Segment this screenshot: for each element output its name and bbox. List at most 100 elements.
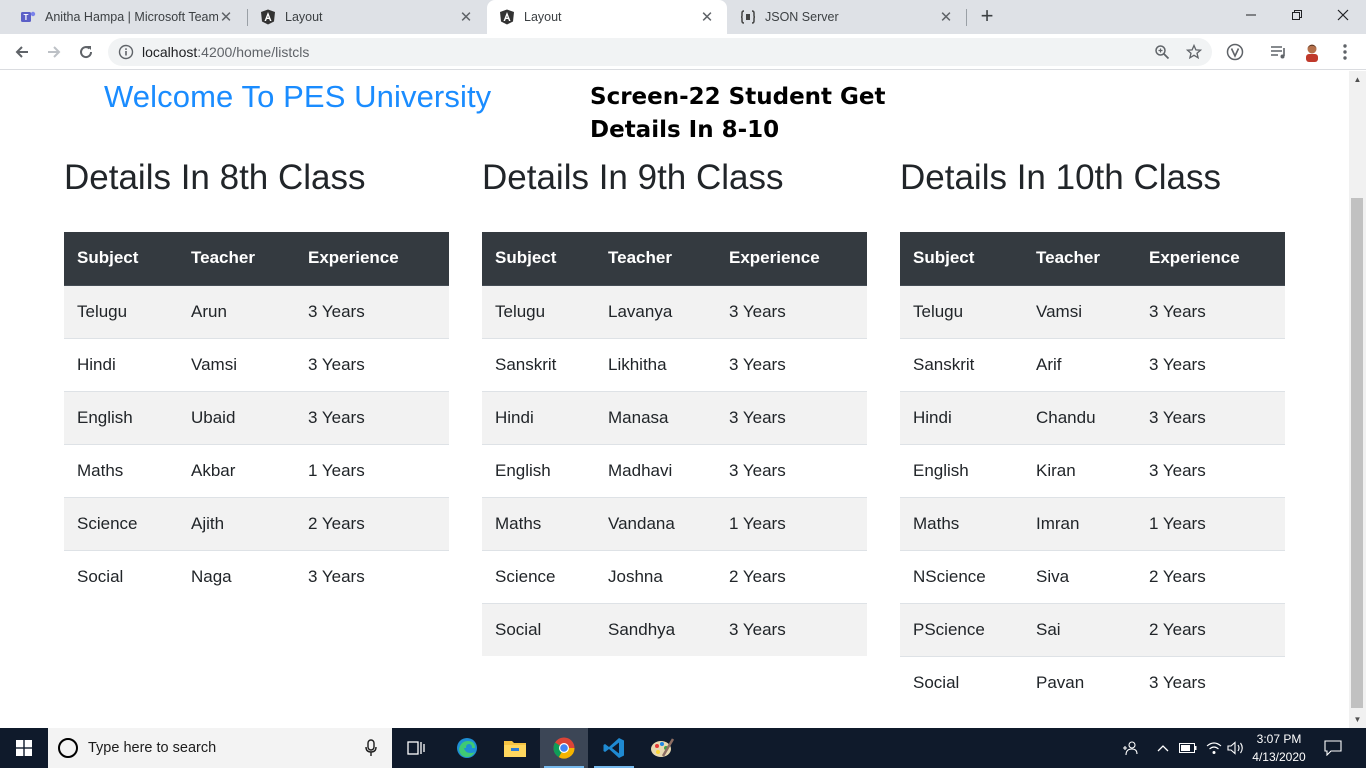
taskbar-clock[interactable]: 3:07 PM 4/13/2020 [1246, 730, 1312, 766]
close-tab-icon[interactable]: ✕ [938, 8, 954, 26]
teacher-cell: Chandu [1023, 390, 1136, 444]
experience-cell: 3 Years [295, 284, 449, 338]
page-scrollbar[interactable]: ▲ ▼ [1349, 71, 1366, 728]
table-row: English Madhavi 3 Years [482, 443, 867, 497]
column-header-subject: Subject [482, 232, 595, 286]
teacher-cell: Likhitha [595, 337, 716, 391]
show-hidden-icons-button[interactable] [1154, 728, 1172, 768]
new-tab-button[interactable]: + [976, 4, 998, 30]
teacher-cell: Madhavi [595, 443, 716, 497]
experience-cell: 3 Years [1136, 443, 1285, 497]
tab-teams[interactable]: T Anitha Hampa | Microsoft Teams ✕ [8, 0, 246, 34]
teacher-cell: Sai [1023, 602, 1136, 656]
chrome-icon [553, 737, 575, 759]
welcome-heading: Welcome To PES University [104, 79, 492, 114]
table-row: Telugu Arun 3 Years [64, 284, 449, 338]
experience-cell: 3 Years [295, 549, 449, 603]
search-placeholder: Type here to search [88, 740, 217, 756]
close-tab-icon[interactable]: ✕ [699, 8, 715, 26]
scrollbar-thumb[interactable] [1351, 198, 1363, 708]
maximize-button[interactable] [1274, 0, 1320, 30]
url-path: :4200/home/listcls [197, 44, 310, 60]
table-row: Sanskrit Likhitha 3 Years [482, 337, 867, 391]
experience-cell: 1 Years [295, 443, 449, 497]
teacher-cell: Vamsi [1023, 284, 1136, 338]
table-row: Social Pavan 3 Years [900, 655, 1285, 709]
teacher-cell: Arif [1023, 337, 1136, 391]
minimize-button[interactable] [1228, 0, 1274, 30]
table-row: English Ubaid 3 Years [64, 390, 449, 444]
subject-cell: Hindi [900, 390, 1023, 444]
profile-avatar[interactable] [1301, 42, 1323, 62]
microphone-icon[interactable] [364, 739, 378, 757]
scroll-up-arrow-icon[interactable]: ▲ [1349, 71, 1366, 88]
url-text[interactable]: localhost:4200/home/listcls [142, 44, 309, 60]
battery-button[interactable] [1178, 728, 1198, 768]
address-bar[interactable]: localhost:4200/home/listcls [108, 38, 1212, 66]
restore-icon [1292, 10, 1302, 20]
zoom-icon[interactable] [1154, 44, 1170, 60]
subject-cell: Social [64, 549, 178, 603]
folder-icon [504, 741, 526, 757]
volume-button[interactable] [1226, 728, 1246, 768]
reload-button[interactable] [72, 38, 100, 66]
subject-cell: NScience [900, 549, 1023, 603]
people-icon [1123, 741, 1138, 756]
tab-layout-1[interactable]: Layout ✕ [248, 0, 486, 34]
table-row: PScience Sai 2 Years [900, 602, 1285, 656]
experience-cell: 3 Years [1136, 655, 1285, 709]
experience-cell: 3 Years [716, 337, 867, 391]
tab-json-server[interactable]: JSON Server ✕ [728, 0, 966, 34]
subject-cell: Sanskrit [900, 337, 1023, 391]
tab-layout-active[interactable]: Layout ✕ [487, 0, 727, 34]
vpn-extension-icon[interactable] [1224, 42, 1246, 62]
action-center-button[interactable] [1318, 728, 1348, 768]
speaker-icon [1227, 741, 1243, 755]
table-row: Maths Akbar 1 Years [64, 443, 449, 497]
menu-dots-icon[interactable] [1334, 42, 1356, 62]
cortana-icon [58, 738, 78, 758]
teacher-cell: Kiran [1023, 443, 1136, 497]
windows-taskbar: Type here to search 3:07 PM 4/13/2020 [0, 728, 1366, 768]
column-header-teacher: Teacher [1023, 232, 1136, 286]
subject-cell: Telugu [64, 284, 178, 338]
paint-app[interactable] [638, 728, 686, 768]
scroll-down-arrow-icon[interactable]: ▼ [1349, 711, 1366, 728]
people-button[interactable] [1118, 728, 1142, 768]
forward-button[interactable] [40, 38, 68, 66]
url-host: localhost [142, 44, 198, 60]
table-row: Social Naga 3 Years [64, 549, 449, 603]
teacher-cell: Vamsi [178, 337, 295, 391]
tab-title: Layout [524, 10, 562, 24]
start-button[interactable] [0, 728, 48, 768]
bookmark-star-icon[interactable] [1186, 44, 1202, 60]
subject-cell: Sanskrit [482, 337, 595, 391]
teacher-cell: Pavan [1023, 655, 1136, 709]
wifi-icon [1206, 742, 1222, 754]
subject-cell: Social [482, 602, 595, 656]
back-button[interactable] [8, 38, 36, 66]
taskbar-search-box[interactable]: Type here to search [48, 728, 392, 768]
teacher-cell: Ajith [178, 496, 295, 550]
teams-icon: T [20, 9, 36, 25]
network-button[interactable] [1204, 728, 1224, 768]
close-window-button[interactable] [1320, 0, 1366, 30]
file-explorer-app[interactable] [491, 728, 539, 768]
task-view-button[interactable] [392, 728, 440, 768]
close-tab-icon[interactable]: ✕ [218, 8, 234, 26]
chrome-app[interactable] [540, 728, 588, 768]
teacher-cell: Lavanya [595, 284, 716, 338]
experience-cell: 3 Years [295, 337, 449, 391]
teacher-cell: Akbar [178, 443, 295, 497]
experience-cell: 3 Years [295, 390, 449, 444]
teacher-cell: Manasa [595, 390, 716, 444]
class-heading: Details In 10th Class [900, 158, 1221, 197]
info-icon[interactable] [118, 44, 134, 60]
vscode-app[interactable] [590, 728, 638, 768]
media-control-icon[interactable] [1268, 42, 1290, 62]
close-tab-icon[interactable]: ✕ [458, 8, 474, 26]
subject-cell: English [64, 390, 178, 444]
edge-app[interactable] [443, 728, 491, 768]
class-heading: Details In 8th Class [64, 158, 366, 197]
clock-time: 3:07 PM [1256, 732, 1302, 746]
